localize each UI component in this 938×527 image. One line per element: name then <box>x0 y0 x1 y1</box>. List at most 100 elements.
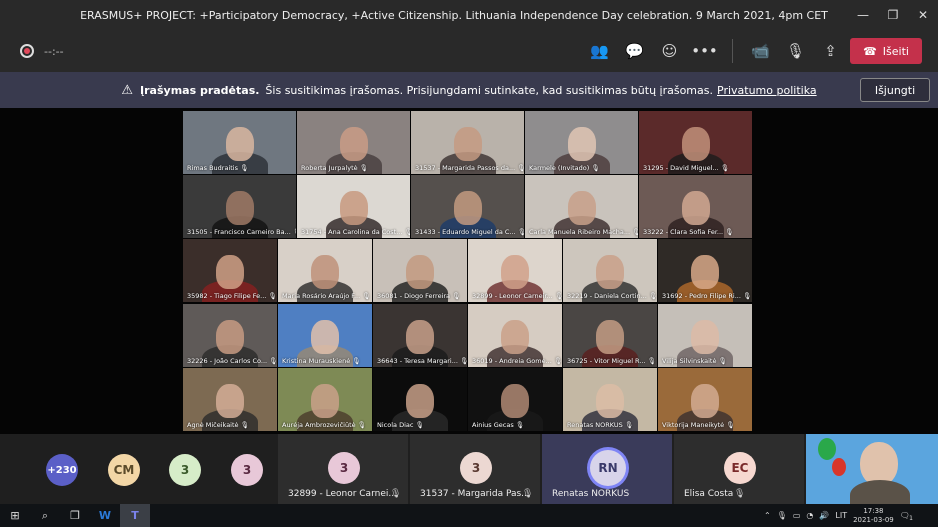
video-tile[interactable]: 31433 - Eduardo Miguel da C... 🎙 <box>411 175 524 238</box>
volume-icon[interactable]: 🔊 <box>819 511 829 520</box>
video-tile[interactable]: 31295 - David Miguel... 🎙 <box>639 111 752 174</box>
participant-name: Vilija Silvinskaitė 🎙 <box>662 357 727 365</box>
avatar: 3 <box>460 452 492 484</box>
participant-name: 32219 - Daniela Cortin... 🎙 <box>567 292 657 300</box>
mic-tray-icon[interactable]: 🎙 <box>777 511 787 520</box>
video-tile[interactable]: 36019 - Andreia Gome... 🎙 <box>468 304 562 367</box>
balloon-red <box>832 458 846 476</box>
participant-tile-margarida[interactable]: 3 31537 - Margarida Pas... 🎙 <box>410 434 540 504</box>
participant-name: 32226 - João Carlos Co... 🎙 <box>187 357 277 365</box>
search-icon[interactable]: ⌕ <box>30 509 60 523</box>
participant-face <box>339 191 368 226</box>
more-options-icon[interactable]: ••• <box>687 42 722 60</box>
video-tile[interactable]: 31537 - Margarida Passos da... 🎙 <box>411 111 524 174</box>
participant-face <box>406 255 434 290</box>
task-view-icon[interactable]: ❐ <box>60 509 90 522</box>
participant-face <box>501 384 529 419</box>
notifications-icon[interactable]: 🗨 1 <box>900 511 913 522</box>
participant-name: Renatas NORKUS 🎙 <box>567 421 634 429</box>
avatar-cm[interactable]: CM <box>108 454 140 486</box>
system-tray: ⌃ 🎙 ▭ ◔ 🔊 LIT 17:38 2021-03-09 🗨 1 <box>764 504 913 527</box>
self-video-preview[interactable] <box>806 434 938 504</box>
participant-name: Nicola Diac 🎙 <box>377 421 424 429</box>
participant-face <box>567 127 596 162</box>
video-tile[interactable]: 31754 - Ana Carolina da Cost... 🎙 <box>297 175 410 238</box>
tray-chevron-icon[interactable]: ⌃ <box>764 511 771 520</box>
participant-face <box>339 127 368 162</box>
participant-name: 31537 - Margarida Passos da... 🎙 <box>415 164 524 172</box>
phone-icon: ☎ <box>863 44 877 58</box>
video-tile[interactable]: 36725 - Vitor Miguel R... 🎙 <box>563 304 657 367</box>
balloon-green <box>818 438 836 460</box>
video-tile[interactable]: 33222 - Clara Sofia Fer... 🎙 <box>639 175 752 238</box>
video-tile[interactable]: Carla Manuela Ribeiro Macha... 🎙 <box>525 175 638 238</box>
video-tile[interactable]: 32899 - Leonor Carneir... 🎙 <box>468 239 562 302</box>
participant-tile-elisa[interactable]: EC Elisa Costa 🎙 <box>674 434 804 504</box>
video-tile[interactable]: Ainius Gecas 🎙 <box>468 368 562 431</box>
toolbar-actions: 👥 💬 ☺ ••• 📹 🎙 ⇪ <box>582 30 848 72</box>
video-tile[interactable]: 32219 - Daniela Cortin... 🎙 <box>563 239 657 302</box>
overflow-count-avatar[interactable]: +230 <box>46 454 78 486</box>
video-tile[interactable]: Aurėja Ambrozevičiūtė 🎙 <box>278 368 372 431</box>
participants-icon[interactable]: 👥 <box>582 42 617 60</box>
participant-name: 36725 - Vitor Miguel R... 🎙 <box>567 357 656 365</box>
participant-name: 35982 - Tiago Filipe Fe... 🎙 <box>187 292 277 300</box>
participant-face <box>681 191 710 226</box>
language-indicator[interactable]: LIT <box>835 511 847 520</box>
participant-name: 36019 - Andreia Gome... 🎙 <box>472 357 562 365</box>
reactions-icon[interactable]: ☺ <box>652 42 687 60</box>
participant-face <box>691 255 719 290</box>
recording-indicator-icon <box>20 44 34 58</box>
maximize-button[interactable]: ❐ <box>878 8 908 22</box>
participant-tile-leonor[interactable]: 3 32899 - Leonor Carnei... 🎙 <box>278 434 408 504</box>
participant-face <box>501 255 529 290</box>
camera-icon[interactable]: 📹 <box>743 42 778 60</box>
battery-icon[interactable]: ▭ <box>793 511 801 520</box>
video-tile[interactable]: Karmele (Invitado) 🎙 <box>525 111 638 174</box>
minimize-button[interactable]: — <box>848 8 878 22</box>
video-tile[interactable]: 31692 - Pedro Filipe Ri... 🎙 <box>658 239 752 302</box>
dismiss-button[interactable]: Išjungti <box>860 78 930 102</box>
video-tile[interactable]: Maria Rosário Araújo F... 🎙 <box>278 239 372 302</box>
video-tile[interactable]: 31505 - Francisco Carneiro Ba... 🎙 <box>183 175 296 238</box>
privacy-policy-link[interactable]: Privatumo politika <box>717 84 817 97</box>
mic-muted-icon[interactable]: 🎙 <box>778 42 813 60</box>
network-icon[interactable]: ◔ <box>806 511 813 520</box>
warning-icon: ⚠ <box>121 82 134 98</box>
participant-name: 36643 - Teresa Margari... 🎙 <box>377 357 467 365</box>
close-button[interactable]: ✕ <box>908 8 938 22</box>
word-icon[interactable]: W <box>90 509 120 522</box>
video-tile[interactable]: Agnė Mičeikaitė 🎙 <box>183 368 277 431</box>
teams-icon[interactable]: T <box>120 504 150 527</box>
video-tile[interactable]: Roberta Jurpalytė 🎙 <box>297 111 410 174</box>
avatar-3-green[interactable]: 3 <box>169 454 201 486</box>
video-tile[interactable]: Renatas NORKUS 🎙 <box>563 368 657 431</box>
participant-name: 31537 - Margarida Pas... <box>420 489 530 499</box>
leave-button[interactable]: ☎ Išeiti <box>850 38 922 64</box>
video-tile[interactable]: 32226 - João Carlos Co... 🎙 <box>183 304 277 367</box>
participant-tile-renatas[interactable]: RN Renatas NORKUS <box>542 434 672 504</box>
avatar: 3 <box>328 452 360 484</box>
clock[interactable]: 17:38 2021-03-09 <box>853 507 894 525</box>
avatar-3-pink[interactable]: 3 <box>231 454 263 486</box>
video-tile[interactable]: 36081 - Diogo Ferreira 🎙 <box>373 239 467 302</box>
share-screen-icon[interactable]: ⇪ <box>813 42 848 60</box>
participant-face <box>216 384 244 419</box>
avatar: EC <box>724 452 756 484</box>
participant-name: 32899 - Leonor Carneir... 🎙 <box>472 292 562 300</box>
video-tile[interactable]: 35982 - Tiago Filipe Fe... 🎙 <box>183 239 277 302</box>
leave-label: Išeiti <box>882 44 909 58</box>
video-tile[interactable]: Nicola Diac 🎙 <box>373 368 467 431</box>
video-tile[interactable]: Viktorija Maneikytė 🎙 <box>658 368 752 431</box>
window-controls: — ❐ ✕ <box>848 8 938 22</box>
participant-name: Elisa Costa <box>684 489 734 499</box>
chat-icon[interactable]: 💬 <box>617 42 652 60</box>
video-tile[interactable]: Rimas Budraitis 🎙 <box>183 111 296 174</box>
start-icon[interactable]: ⊞ <box>0 509 30 522</box>
video-tile[interactable]: Vilija Silvinskaitė 🎙 <box>658 304 752 367</box>
participant-face <box>216 255 244 290</box>
participant-face <box>501 320 529 355</box>
participant-name: Carla Manuela Ribeiro Macha... 🎙 <box>529 228 638 236</box>
video-tile[interactable]: Kristina Murauskienė 🎙 <box>278 304 372 367</box>
video-tile[interactable]: 36643 - Teresa Margari... 🎙 <box>373 304 467 367</box>
